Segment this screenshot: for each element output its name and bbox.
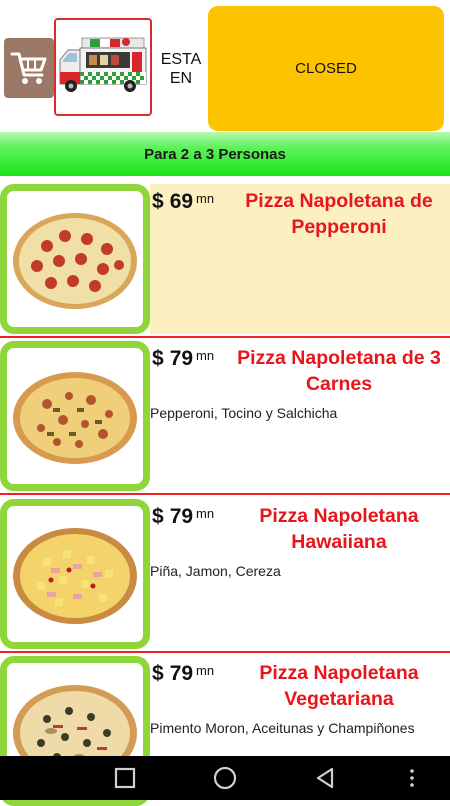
price-label: $79 mn <box>152 505 215 528</box>
item-divider <box>0 493 450 495</box>
status-closed-badge[interactable]: CLOSED <box>208 6 444 131</box>
food-truck-image[interactable] <box>54 18 152 116</box>
shopping-cart-icon <box>10 52 47 84</box>
item-divider <box>0 651 450 653</box>
section-title-bar: Para 2 a 3 Personas <box>0 132 450 176</box>
menu-item-info: $69 mn Pizza Napoletana de Pepperoni <box>150 184 450 334</box>
menu-item-info: $79 mn Pizza Napoletana Hawaiiana Piña, J… <box>150 499 450 649</box>
item-description: Piña, Jamon, Cereza <box>150 563 281 579</box>
price-value: 79 <box>169 505 194 528</box>
pizza-hawaiiana-image <box>0 499 150 649</box>
price-unit: mn <box>196 348 215 363</box>
item-divider <box>0 336 450 338</box>
price-value: 79 <box>169 347 194 370</box>
recents-square-icon <box>114 767 136 789</box>
item-title: Pizza Napoletana Hawaiiana <box>259 505 419 553</box>
item-title: Pizza Napoletana de Pepperoni <box>245 190 433 238</box>
price-value: 79 <box>169 662 194 685</box>
price-label: $69 mn <box>152 190 215 213</box>
price-label: $79 mn <box>152 662 215 685</box>
item-description: Pimento Moron, Aceitunas y Champiñones <box>150 720 415 736</box>
price-label: $79 mn <box>152 347 215 370</box>
back-triangle-icon <box>316 767 334 789</box>
home-button[interactable] <box>211 764 239 792</box>
menu-item[interactable]: $69 mn Pizza Napoletana de Pepperoni <box>0 184 450 338</box>
price-unit: mn <box>196 506 215 521</box>
item-description: Pepperoni, Tocino y Salchicha <box>150 405 338 421</box>
more-dots-icon <box>410 769 414 787</box>
status-prefix-label: ESTA EN <box>160 51 202 87</box>
home-circle-icon <box>213 766 237 790</box>
pizza-pepperoni-image <box>0 184 150 334</box>
item-title: Pizza Napoletana de 3 Carnes <box>237 347 441 395</box>
recents-button[interactable] <box>111 764 139 792</box>
menu-item[interactable]: $79 mn Pizza Napoletana Hawaiiana Piña, J… <box>0 499 450 653</box>
price-unit: mn <box>196 191 215 206</box>
item-title: Pizza Napoletana Vegetariana <box>259 662 419 710</box>
more-options-button[interactable] <box>398 764 426 792</box>
menu-item[interactable]: $79 mn Pizza Napoletana de 3 Carnes Peppe… <box>0 341 450 495</box>
pizza-3-carnes-image <box>0 341 150 491</box>
price-unit: mn <box>196 663 215 678</box>
cart-button[interactable] <box>4 38 54 98</box>
back-button[interactable] <box>311 764 339 792</box>
menu-item-info: $79 mn Pizza Napoletana de 3 Carnes Peppe… <box>150 341 450 491</box>
system-navigation-bar <box>0 756 450 800</box>
food-truck-icon <box>56 20 150 114</box>
price-value: 69 <box>169 190 194 213</box>
app-header: ESTA EN CLOSED <box>0 0 450 132</box>
